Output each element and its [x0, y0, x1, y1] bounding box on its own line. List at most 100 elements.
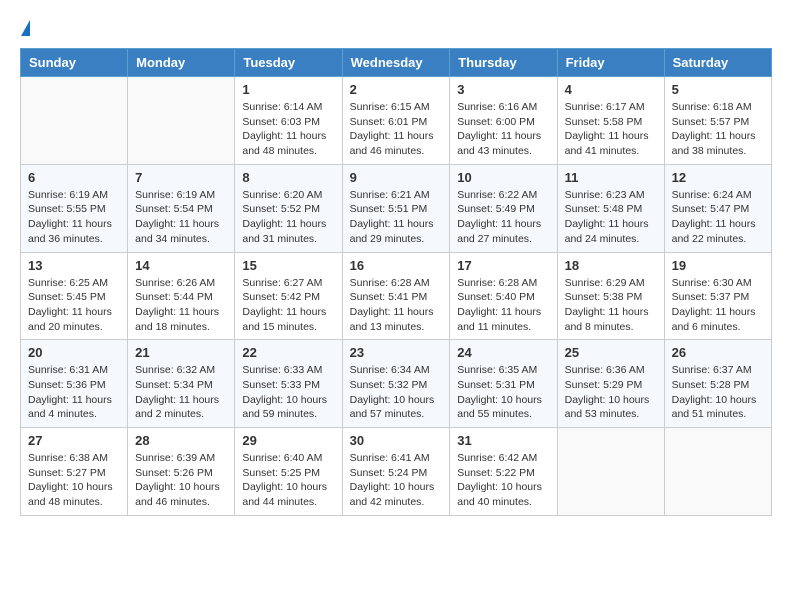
day-number: 23 [350, 345, 443, 360]
day-number: 27 [28, 433, 120, 448]
day-info: Sunrise: 6:16 AM Sunset: 6:00 PM Dayligh… [457, 100, 549, 159]
calendar-cell: 14 Sunrise: 6:26 AM Sunset: 5:44 PM Dayli… [128, 252, 235, 340]
day-number: 14 [135, 258, 227, 273]
calendar-cell: 12Sunrise: 6:24 AM Sunset: 5:47 PM Dayli… [664, 164, 771, 252]
day-number: 31 [457, 433, 549, 448]
day-info: Sunrise: 6:15 AM Sunset: 6:01 PM Dayligh… [350, 100, 443, 159]
calendar-cell: 2Sunrise: 6:15 AM Sunset: 6:01 PM Daylig… [342, 77, 450, 165]
calendar-cell: 24Sunrise: 6:35 AM Sunset: 5:31 PM Dayli… [450, 340, 557, 428]
day-number: 18 [565, 258, 657, 273]
day-info: Sunrise: 6:14 AM Sunset: 6:03 PM Dayligh… [242, 100, 334, 159]
day-info: Sunrise: 6:40 AM Sunset: 5:25 PM Dayligh… [242, 451, 334, 510]
day-number: 29 [242, 433, 334, 448]
day-info: Sunrise: 6:38 AM Sunset: 5:27 PM Dayligh… [28, 451, 120, 510]
calendar-cell: 27 Sunrise: 6:38 AM Sunset: 5:27 PM Dayli… [21, 428, 128, 516]
day-number: 16 [350, 258, 443, 273]
calendar-cell: 10Sunrise: 6:22 AM Sunset: 5:49 PM Dayli… [450, 164, 557, 252]
day-number: 19 [672, 258, 764, 273]
calendar-cell: 11 Sunrise: 6:23 AM Sunset: 5:48 PM Dayli… [557, 164, 664, 252]
day-info: Sunrise: 6:36 AM Sunset: 5:29 PM Dayligh… [565, 363, 657, 422]
weekday-header-sunday: Sunday [21, 49, 128, 77]
calendar-week-4: 20Sunrise: 6:31 AM Sunset: 5:36 PM Dayli… [21, 340, 772, 428]
calendar-cell: 18 Sunrise: 6:29 AM Sunset: 5:38 PM Dayli… [557, 252, 664, 340]
calendar-cell: 22 Sunrise: 6:33 AM Sunset: 5:33 PM Dayli… [235, 340, 342, 428]
day-number: 25 [565, 345, 657, 360]
day-number: 3 [457, 82, 549, 97]
calendar-cell: 23 Sunrise: 6:34 AM Sunset: 5:32 PM Dayli… [342, 340, 450, 428]
calendar-week-5: 27 Sunrise: 6:38 AM Sunset: 5:27 PM Dayli… [21, 428, 772, 516]
day-info: Sunrise: 6:32 AM Sunset: 5:34 PM Dayligh… [135, 363, 227, 422]
calendar-table: SundayMondayTuesdayWednesdayThursdayFrid… [20, 48, 772, 516]
calendar-cell: 21 Sunrise: 6:32 AM Sunset: 5:34 PM Dayli… [128, 340, 235, 428]
day-info: Sunrise: 6:33 AM Sunset: 5:33 PM Dayligh… [242, 363, 334, 422]
calendar-cell: 7Sunrise: 6:19 AM Sunset: 5:54 PM Daylig… [128, 164, 235, 252]
day-info: Sunrise: 6:37 AM Sunset: 5:28 PM Dayligh… [672, 363, 764, 422]
calendar-cell [664, 428, 771, 516]
day-info: Sunrise: 6:19 AM Sunset: 5:55 PM Dayligh… [28, 188, 120, 247]
day-info: Sunrise: 6:24 AM Sunset: 5:47 PM Dayligh… [672, 188, 764, 247]
day-info: Sunrise: 6:28 AM Sunset: 5:40 PM Dayligh… [457, 276, 549, 335]
day-number: 24 [457, 345, 549, 360]
day-number: 4 [565, 82, 657, 97]
day-number: 7 [135, 170, 227, 185]
logo [20, 20, 30, 38]
calendar-cell [21, 77, 128, 165]
day-info: Sunrise: 6:29 AM Sunset: 5:38 PM Dayligh… [565, 276, 657, 335]
day-info: Sunrise: 6:41 AM Sunset: 5:24 PM Dayligh… [350, 451, 443, 510]
calendar-cell: 3 Sunrise: 6:16 AM Sunset: 6:00 PM Daylig… [450, 77, 557, 165]
day-number: 22 [242, 345, 334, 360]
day-number: 20 [28, 345, 120, 360]
day-number: 13 [28, 258, 120, 273]
calendar-cell: 25 Sunrise: 6:36 AM Sunset: 5:29 PM Dayli… [557, 340, 664, 428]
day-number: 15 [242, 258, 334, 273]
logo-triangle-icon [21, 20, 30, 36]
calendar-cell: 9 Sunrise: 6:21 AM Sunset: 5:51 PM Daylig… [342, 164, 450, 252]
calendar-week-2: 6 Sunrise: 6:19 AM Sunset: 5:55 PM Daylig… [21, 164, 772, 252]
calendar-cell [557, 428, 664, 516]
day-info: Sunrise: 6:34 AM Sunset: 5:32 PM Dayligh… [350, 363, 443, 422]
calendar-week-1: 1Sunrise: 6:14 AM Sunset: 6:03 PM Daylig… [21, 77, 772, 165]
calendar-cell: 15 Sunrise: 6:27 AM Sunset: 5:42 PM Dayli… [235, 252, 342, 340]
day-number: 28 [135, 433, 227, 448]
calendar-cell: 20Sunrise: 6:31 AM Sunset: 5:36 PM Dayli… [21, 340, 128, 428]
weekday-header-monday: Monday [128, 49, 235, 77]
calendar-cell: 4Sunrise: 6:17 AM Sunset: 5:58 PM Daylig… [557, 77, 664, 165]
day-number: 26 [672, 345, 764, 360]
weekday-header-tuesday: Tuesday [235, 49, 342, 77]
day-info: Sunrise: 6:39 AM Sunset: 5:26 PM Dayligh… [135, 451, 227, 510]
day-info: Sunrise: 6:42 AM Sunset: 5:22 PM Dayligh… [457, 451, 549, 510]
calendar-cell: 30 Sunrise: 6:41 AM Sunset: 5:24 PM Dayli… [342, 428, 450, 516]
page-header [20, 20, 772, 38]
weekday-header-wednesday: Wednesday [342, 49, 450, 77]
calendar-cell: 16Sunrise: 6:28 AM Sunset: 5:41 PM Dayli… [342, 252, 450, 340]
day-number: 10 [457, 170, 549, 185]
day-number: 21 [135, 345, 227, 360]
calendar-cell: 28 Sunrise: 6:39 AM Sunset: 5:26 PM Dayli… [128, 428, 235, 516]
weekday-header-saturday: Saturday [664, 49, 771, 77]
day-number: 6 [28, 170, 120, 185]
weekday-header-row: SundayMondayTuesdayWednesdayThursdayFrid… [21, 49, 772, 77]
day-info: Sunrise: 6:20 AM Sunset: 5:52 PM Dayligh… [242, 188, 334, 247]
day-info: Sunrise: 6:18 AM Sunset: 5:57 PM Dayligh… [672, 100, 764, 159]
day-number: 30 [350, 433, 443, 448]
weekday-header-friday: Friday [557, 49, 664, 77]
calendar-cell: 31 Sunrise: 6:42 AM Sunset: 5:22 PM Dayli… [450, 428, 557, 516]
day-info: Sunrise: 6:25 AM Sunset: 5:45 PM Dayligh… [28, 276, 120, 335]
calendar-week-3: 13 Sunrise: 6:25 AM Sunset: 5:45 PM Dayli… [21, 252, 772, 340]
day-info: Sunrise: 6:27 AM Sunset: 5:42 PM Dayligh… [242, 276, 334, 335]
calendar-cell: 29 Sunrise: 6:40 AM Sunset: 5:25 PM Dayli… [235, 428, 342, 516]
day-number: 5 [672, 82, 764, 97]
calendar-cell: 5 Sunrise: 6:18 AM Sunset: 5:57 PM Daylig… [664, 77, 771, 165]
calendar-cell: 19 Sunrise: 6:30 AM Sunset: 5:37 PM Dayli… [664, 252, 771, 340]
calendar-cell [128, 77, 235, 165]
calendar-cell: 6 Sunrise: 6:19 AM Sunset: 5:55 PM Daylig… [21, 164, 128, 252]
day-info: Sunrise: 6:30 AM Sunset: 5:37 PM Dayligh… [672, 276, 764, 335]
calendar-cell: 13 Sunrise: 6:25 AM Sunset: 5:45 PM Dayli… [21, 252, 128, 340]
day-info: Sunrise: 6:21 AM Sunset: 5:51 PM Dayligh… [350, 188, 443, 247]
day-number: 11 [565, 170, 657, 185]
weekday-header-thursday: Thursday [450, 49, 557, 77]
day-info: Sunrise: 6:26 AM Sunset: 5:44 PM Dayligh… [135, 276, 227, 335]
day-number: 9 [350, 170, 443, 185]
day-info: Sunrise: 6:23 AM Sunset: 5:48 PM Dayligh… [565, 188, 657, 247]
calendar-cell: 8Sunrise: 6:20 AM Sunset: 5:52 PM Daylig… [235, 164, 342, 252]
